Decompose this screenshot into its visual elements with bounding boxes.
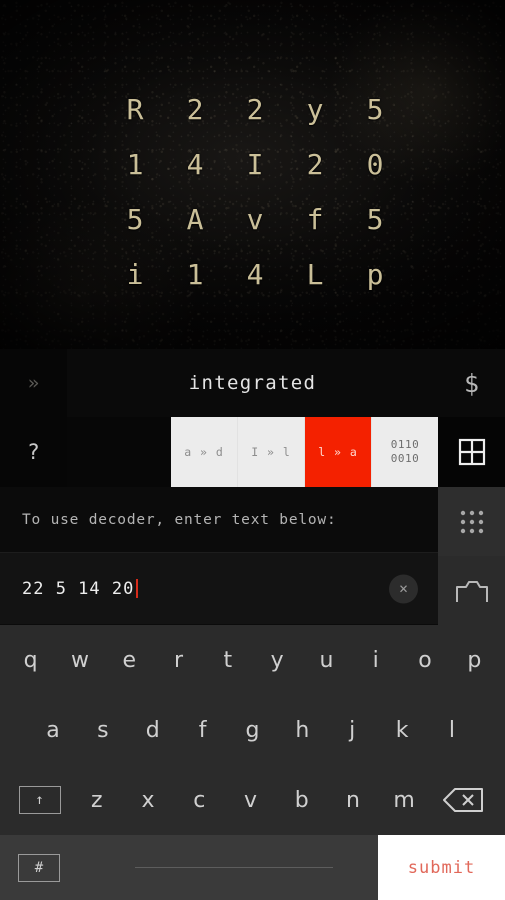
key-b[interactable]: b	[287, 776, 317, 824]
key-l[interactable]: l	[437, 706, 467, 754]
key-x[interactable]: x	[133, 776, 163, 824]
key-d[interactable]: d	[138, 706, 168, 754]
key-t[interactable]: t	[213, 636, 243, 684]
app-root: R 2 2 y 5 1 4 I 2 0 5 A v f 5 i 1 4 L p …	[0, 0, 505, 900]
title-bar: » integrated $	[0, 349, 505, 417]
mode-spacer	[67, 417, 171, 487]
binary-line-2: 0010	[390, 452, 420, 465]
decoder-input-row[interactable]: 22 5 14 20 ×	[0, 552, 438, 624]
key-o[interactable]: o	[410, 636, 440, 684]
character-grid: R 2 2 y 5 1 4 I 2 0 5 A v f 5 i 1 4 L p	[105, 82, 405, 302]
grid-cell: 0	[366, 148, 384, 181]
space-key[interactable]	[135, 866, 333, 869]
decoder-input[interactable]: 22 5 14 20	[0, 578, 139, 599]
grid-cell: I	[246, 148, 264, 181]
key-v[interactable]: v	[235, 776, 265, 824]
submit-button[interactable]: submit	[378, 835, 505, 900]
grid-cell: p	[366, 258, 384, 291]
grid-cell: 2	[306, 148, 324, 181]
key-e[interactable]: e	[114, 636, 144, 684]
keyboard-row-3: ↑ z x c v b n m	[0, 765, 505, 835]
grid-cell: 4	[186, 148, 204, 181]
key-h[interactable]: h	[287, 706, 317, 754]
mode-button-binary[interactable]: 0110 0010	[372, 417, 438, 487]
keyboard-bottom-bar: # submit	[0, 835, 505, 900]
key-m[interactable]: m	[389, 776, 419, 824]
nine-dots-grid-icon[interactable]	[438, 487, 505, 556]
mode-bar: ? a » d I » l l » a 0110 0010	[0, 417, 505, 487]
mode-buttons: a » d I » l l » a 0110 0010	[171, 417, 438, 487]
text-caret	[136, 579, 139, 598]
camera-icon[interactable]	[438, 556, 505, 625]
key-k[interactable]: k	[387, 706, 417, 754]
key-y[interactable]: y	[262, 636, 292, 684]
key-n[interactable]: n	[338, 776, 368, 824]
grid-cell: 4	[246, 258, 264, 291]
key-u[interactable]: u	[311, 636, 341, 684]
mode-button-I-to-l[interactable]: I » l	[238, 417, 305, 487]
numeric-key[interactable]: #	[18, 853, 60, 882]
puzzle-photo-area: R 2 2 y 5 1 4 I 2 0 5 A v f 5 i 1 4 L p	[0, 0, 505, 349]
key-r[interactable]: r	[164, 636, 194, 684]
key-g[interactable]: g	[237, 706, 267, 754]
keyboard-row-2: a s d f g h j k l	[0, 695, 505, 765]
backspace-key[interactable]	[440, 785, 486, 815]
key-s[interactable]: s	[88, 706, 118, 754]
grid-cell: 1	[126, 148, 144, 181]
key-q[interactable]: q	[16, 636, 46, 684]
help-button[interactable]: ?	[0, 417, 67, 487]
key-p[interactable]: p	[459, 636, 489, 684]
grid-cell: 5	[366, 203, 384, 236]
grid-cell: f	[306, 203, 324, 236]
grid-cell: v	[246, 203, 264, 236]
decoder-body: To use decoder, enter text below: 22 5 1…	[0, 487, 505, 625]
grid-cell: R	[126, 93, 144, 126]
space-row: #	[0, 835, 378, 900]
clear-input-button[interactable]: ×	[389, 574, 418, 603]
grid-cell: A	[186, 203, 204, 236]
keyboard-row-1: q w e r t y u i o p	[0, 625, 505, 695]
grid-cell: 2	[186, 93, 204, 126]
decoder-main: To use decoder, enter text below: 22 5 1…	[0, 487, 438, 625]
grid-cell: 2	[246, 93, 264, 126]
menu-chevron-icon[interactable]: »	[0, 349, 67, 417]
four-pane-grid-icon[interactable]	[438, 417, 505, 487]
key-z[interactable]: z	[82, 776, 112, 824]
on-screen-keyboard: q w e r t y u i o p a s d f g h j k l ↑ …	[0, 625, 505, 900]
key-c[interactable]: c	[184, 776, 214, 824]
binary-line-1: 0110	[390, 438, 420, 452]
page-title: integrated	[188, 372, 317, 394]
dollar-icon[interactable]: $	[438, 349, 505, 417]
grid-cell: i	[126, 258, 144, 291]
grid-cell: 5	[126, 203, 144, 236]
mode-button-l-to-a[interactable]: l » a	[305, 417, 372, 487]
key-j[interactable]: j	[337, 706, 367, 754]
key-a[interactable]: a	[38, 706, 68, 754]
mode-button-a-to-d[interactable]: a » d	[171, 417, 238, 487]
grid-cell: L	[306, 258, 324, 291]
decoder-hint: To use decoder, enter text below:	[0, 487, 438, 552]
grid-cell: 1	[186, 258, 204, 291]
decoder-input-value: 22 5 14 20	[22, 578, 135, 599]
shift-key[interactable]: ↑	[18, 786, 61, 814]
grid-cell: y	[306, 93, 324, 126]
key-w[interactable]: w	[65, 636, 95, 684]
key-f[interactable]: f	[188, 706, 218, 754]
grid-cell: 5	[366, 93, 384, 126]
decoder-sidebar	[438, 487, 505, 625]
decoder-panel: » integrated $ ? a » d I » l l » a 0110 …	[0, 349, 505, 625]
key-i[interactable]: i	[361, 636, 391, 684]
